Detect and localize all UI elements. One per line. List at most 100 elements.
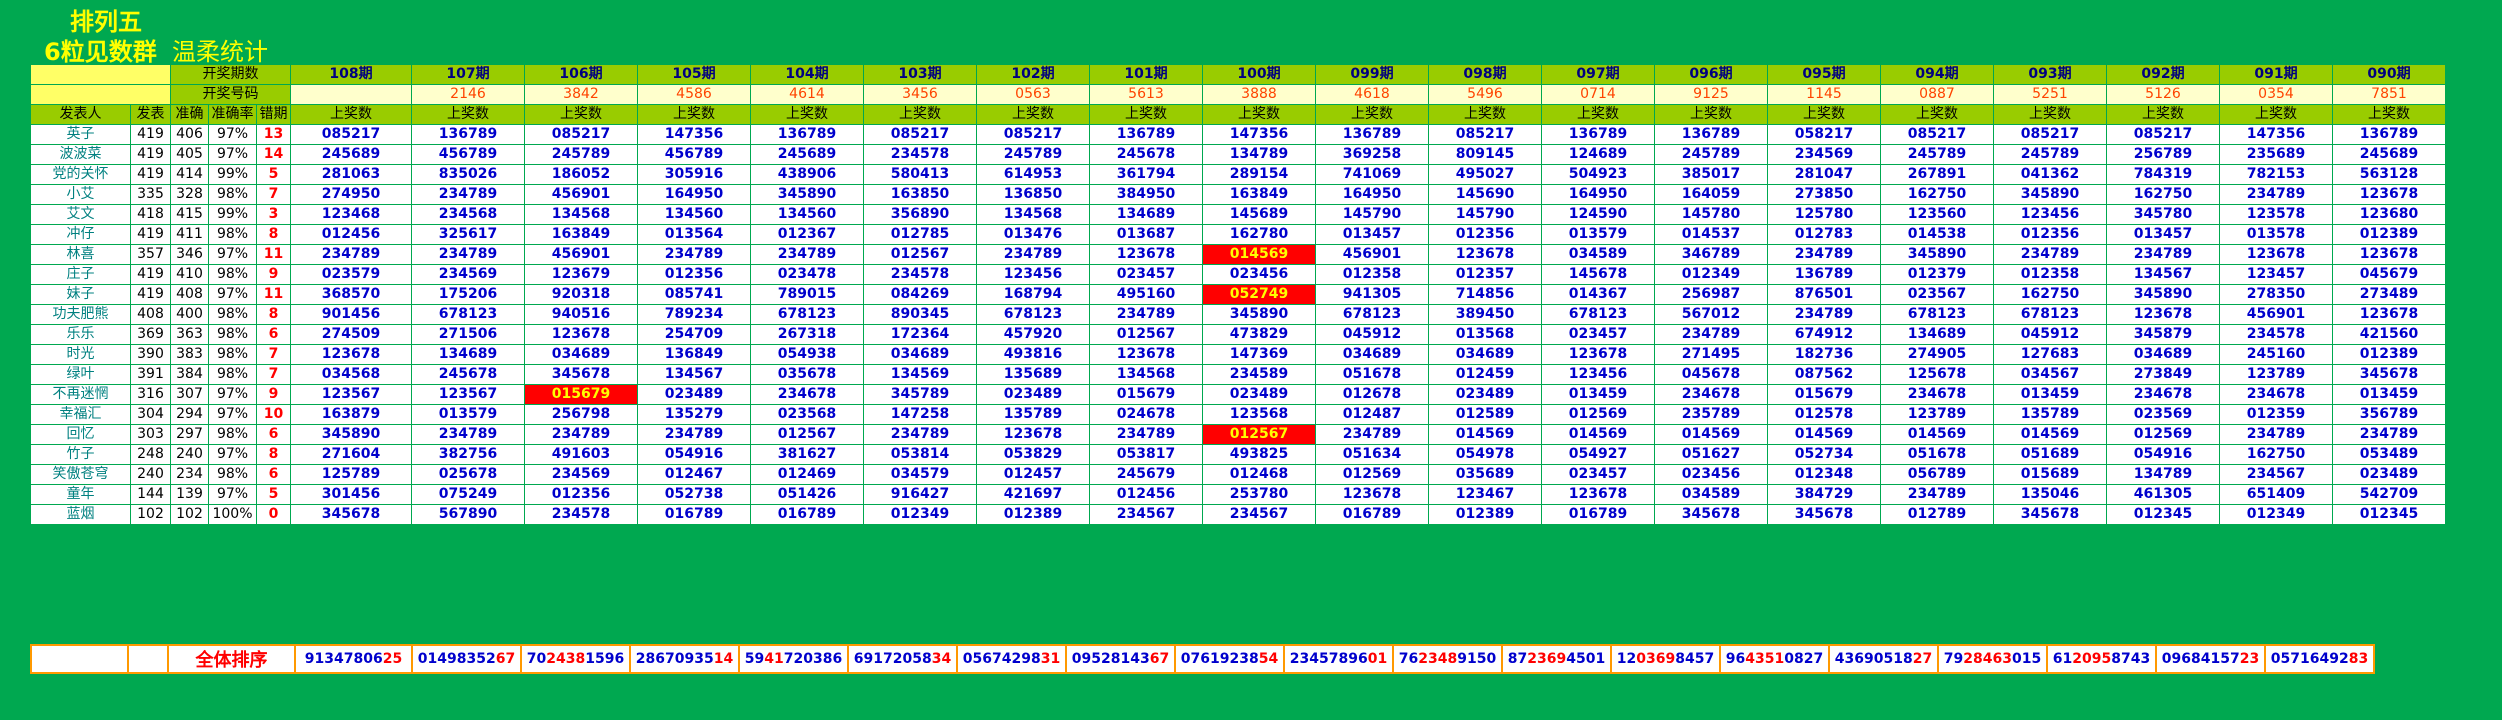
number-cell: 023489 bbox=[637, 384, 751, 405]
poster-name: 波波菜 bbox=[30, 144, 131, 165]
number-cell: 014538 bbox=[1880, 224, 1994, 245]
number-cell: 085217 bbox=[1993, 124, 2107, 145]
poster-name: 不再迷惘 bbox=[30, 384, 131, 405]
correct-count: 234 bbox=[170, 464, 209, 485]
number-cell: 162750 bbox=[1880, 184, 1994, 205]
number-cell: 186052 bbox=[524, 164, 638, 185]
number-cell: 015689 bbox=[1993, 464, 2107, 485]
table-row: 英子 419 406 97% 13 085217 136789 085217 147356 136… bbox=[30, 124, 2446, 145]
number-cell: 385017 bbox=[1654, 164, 1768, 185]
number-cell: 456789 bbox=[637, 144, 751, 165]
prize-number-label: 上奖数 bbox=[290, 104, 412, 125]
number-cell: 789015 bbox=[750, 284, 864, 305]
summary-value: 2867093514 bbox=[629, 644, 740, 674]
number-cell: 123467 bbox=[1428, 484, 1542, 505]
summary-digits: 70 bbox=[526, 651, 547, 667]
number-cell: 127683 bbox=[1993, 344, 2107, 365]
period-cell: 091期 bbox=[2219, 64, 2333, 85]
number-cell: 421697 bbox=[976, 484, 1090, 505]
number-cell: 012349 bbox=[1654, 264, 1768, 285]
number-cell: 013476 bbox=[976, 224, 1090, 245]
number-cell: 234578 bbox=[524, 504, 638, 525]
number-cell: 123789 bbox=[1880, 404, 1994, 425]
number-cell: 274905 bbox=[1880, 344, 1994, 365]
draw-number-row: 开奖号码 2146 3842 4586 4614 3456 0563 5613 3888 4618… bbox=[30, 84, 2446, 105]
draw-number-cell: 4618 bbox=[1315, 84, 1429, 105]
draw-number-cell: 9125 bbox=[1654, 84, 1768, 105]
post-count: 240 bbox=[130, 464, 171, 485]
poster-name: 林喜 bbox=[30, 244, 131, 265]
summary-value: 6917205834 bbox=[847, 644, 958, 674]
number-cell: 012487 bbox=[1315, 404, 1429, 425]
draw-number-cell: 4586 bbox=[637, 84, 751, 105]
summary-digits: 23457896 bbox=[1289, 651, 1368, 667]
number-cell: 135279 bbox=[637, 404, 751, 425]
poster-name: 幸福汇 bbox=[30, 404, 131, 425]
number-cell: 274509 bbox=[290, 324, 412, 345]
number-cell: 054978 bbox=[1428, 444, 1542, 465]
number-cell: 164059 bbox=[1654, 184, 1768, 205]
number-cell: 023478 bbox=[750, 264, 864, 285]
number-cell: 563128 bbox=[2332, 164, 2446, 185]
number-cell: 123568 bbox=[1202, 404, 1316, 425]
number-cell: 012569 bbox=[1315, 464, 1429, 485]
summary-row: 全体排序 9134780625 0149835267 7024381596 286709… bbox=[30, 644, 2375, 674]
post-count: 304 bbox=[130, 404, 171, 425]
number-cell: 256789 bbox=[2106, 144, 2220, 165]
correct-count: 294 bbox=[170, 404, 209, 425]
number-cell: 123456 bbox=[1993, 204, 2107, 225]
number-cell: 051426 bbox=[750, 484, 864, 505]
number-cell: 890345 bbox=[863, 304, 977, 325]
miss-count: 14 bbox=[256, 144, 291, 165]
number-cell: 234789 bbox=[411, 184, 525, 205]
summary-value: 2345789601 bbox=[1283, 644, 1394, 674]
summary-digits: 61 bbox=[2052, 651, 2073, 667]
number-cell: 438906 bbox=[750, 164, 864, 185]
number-cell: 136850 bbox=[976, 184, 1090, 205]
number-cell: 012789 bbox=[1880, 504, 1994, 525]
draw-number-cell bbox=[290, 84, 412, 105]
number-cell: 234578 bbox=[2219, 324, 2333, 345]
accuracy-rate: 98% bbox=[208, 364, 257, 385]
summary-digits: 05716492 bbox=[2270, 651, 2349, 667]
number-cell: 941305 bbox=[1315, 284, 1429, 305]
summary-value: 7623489150 bbox=[1392, 644, 1503, 674]
post-count: 303 bbox=[130, 424, 171, 445]
draw-number-cell: 3888 bbox=[1202, 84, 1316, 105]
number-cell: 052738 bbox=[637, 484, 751, 505]
number-cell: 271495 bbox=[1654, 344, 1768, 365]
number-cell: 147356 bbox=[2219, 124, 2333, 145]
summary-digits-highlight: 67 bbox=[495, 651, 516, 667]
number-cell: 136789 bbox=[1654, 124, 1768, 145]
miss-count: 3 bbox=[256, 204, 291, 225]
table-row: 妹子 419 408 97% 11 368570 175206 920318 085741 789… bbox=[30, 284, 2446, 305]
number-cell: 345678 bbox=[290, 504, 412, 525]
table-row: 童年 144 139 97% 5 301456 075249 012356 052738 0514… bbox=[30, 484, 2446, 505]
number-cell: 075249 bbox=[411, 484, 525, 505]
miss-count: 10 bbox=[256, 404, 291, 425]
period-cell: 104期 bbox=[750, 64, 864, 85]
miss-count: 9 bbox=[256, 384, 291, 405]
number-cell: 164950 bbox=[637, 184, 751, 205]
post-count: 335 bbox=[130, 184, 171, 205]
number-cell: 012349 bbox=[2219, 504, 2333, 525]
summary-digits: 09528143 bbox=[1071, 651, 1150, 667]
number-cell: 134789 bbox=[2106, 464, 2220, 485]
number-cell: 014569 bbox=[1767, 424, 1881, 445]
prize-number-label: 上奖数 bbox=[1428, 104, 1542, 125]
number-cell: 234789 bbox=[1654, 324, 1768, 345]
accuracy-rate: 97% bbox=[208, 124, 257, 145]
number-cell: 789234 bbox=[637, 304, 751, 325]
number-cell: 135789 bbox=[976, 404, 1090, 425]
number-cell: 651409 bbox=[2219, 484, 2333, 505]
number-cell: 034689 bbox=[524, 344, 638, 365]
table-row: 乐乐 369 363 98% 6 274509 271506 123678 254709 2673… bbox=[30, 324, 2446, 345]
poster-name: 回忆 bbox=[30, 424, 131, 445]
accuracy-rate: 100% bbox=[208, 504, 257, 525]
header-blank bbox=[30, 84, 171, 105]
number-cell: 145790 bbox=[1428, 204, 1542, 225]
number-cell: 136789 bbox=[1089, 124, 1203, 145]
number-cell: 254709 bbox=[637, 324, 751, 345]
draw-number-cell: 0887 bbox=[1880, 84, 1994, 105]
number-cell: 134568 bbox=[1089, 364, 1203, 385]
